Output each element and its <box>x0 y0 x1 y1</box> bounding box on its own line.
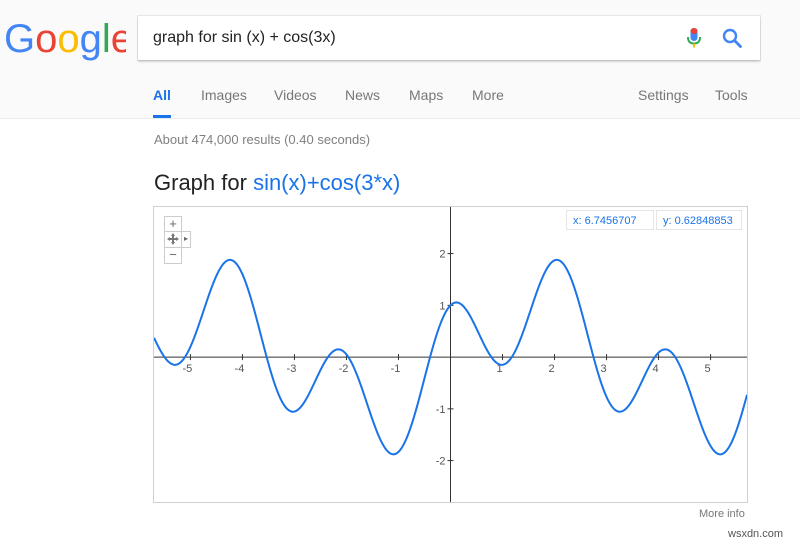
coord-x-readout: x: 6.7456707 <box>566 210 654 230</box>
tab-videos[interactable]: Videos <box>274 84 317 118</box>
mic-icon[interactable] <box>682 26 706 50</box>
search-tabs: All Images Videos News Maps More Setting… <box>0 84 800 118</box>
x-tick-label: 2 <box>548 363 554 375</box>
tab-images[interactable]: Images <box>201 84 247 118</box>
google-logo-wordmark: Google <box>4 17 126 61</box>
x-tick-label: -1 <box>391 363 401 375</box>
x-tick-label: 4 <box>653 363 659 375</box>
more-info-link[interactable]: More info <box>699 508 745 520</box>
top-bar: Google All Images Videos News Maps More <box>0 0 800 119</box>
pan-icon[interactable] <box>164 231 182 248</box>
svg-text:Google: Google <box>4 17 126 61</box>
x-tick-label: -5 <box>183 363 193 375</box>
pan-menu-arrow-icon[interactable]: ▸ <box>181 231 191 248</box>
watermark-text: wsxdn.com <box>728 528 784 540</box>
tab-all[interactable]: All <box>153 84 171 118</box>
x-tick-label: -3 <box>287 363 297 375</box>
coord-y-readout: y: 0.62848853 <box>656 210 742 230</box>
tab-tools[interactable]: Tools <box>715 84 748 118</box>
x-tick-label: 3 <box>600 363 606 375</box>
tab-maps[interactable]: Maps <box>409 84 443 118</box>
x-tick-label: -4 <box>235 363 245 375</box>
tab-more[interactable]: More <box>472 84 504 118</box>
graph-function-link[interactable]: sin(x)+cos(3*x) <box>253 170 400 195</box>
y-tick-label: -2 <box>436 456 446 468</box>
search-box <box>138 16 760 60</box>
y-tick-label: -1 <box>436 404 446 416</box>
graph-plot[interactable]: -5 -4 -3 -2 -1 1 2 3 4 5-2-112 <box>154 207 747 502</box>
function-graph[interactable]: -5 -4 -3 -2 -1 1 2 3 4 5 -2 -1 1 2 <box>153 206 748 503</box>
google-logo[interactable]: Google <box>4 14 126 64</box>
y-tick-label: 2 <box>439 249 445 261</box>
x-tick-label: -2 <box>339 363 349 375</box>
x-tick-label: 5 <box>705 363 711 375</box>
result-stats: About 474,000 results (0.40 seconds) <box>154 132 371 147</box>
search-icon[interactable] <box>720 26 744 50</box>
tab-settings[interactable]: Settings <box>638 84 689 118</box>
search-input[interactable] <box>153 16 653 60</box>
graph-title-prefix: Graph for <box>154 170 247 195</box>
graph-title: Graph for sin(x)+cos(3*x) <box>154 170 400 196</box>
tab-news[interactable]: News <box>345 84 380 118</box>
zoom-out-button[interactable]: − <box>164 247 182 264</box>
y-tick-label: 1 <box>439 300 445 312</box>
